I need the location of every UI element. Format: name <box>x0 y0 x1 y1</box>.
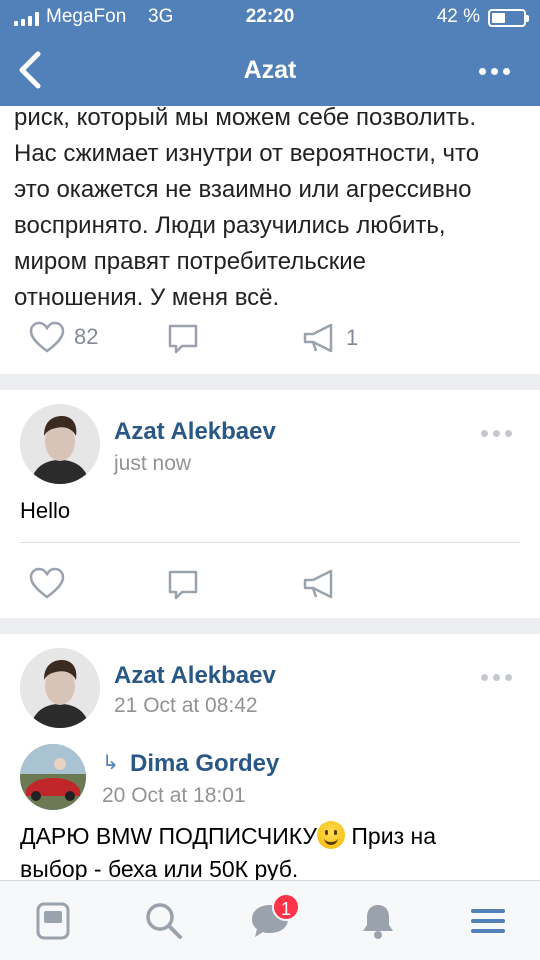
repost-text-part: Приз на <box>345 823 437 849</box>
search-icon <box>146 903 182 939</box>
share-button[interactable] <box>302 568 338 600</box>
battery-icon <box>488 9 529 27</box>
tab-search[interactable] <box>144 901 184 941</box>
like-button[interactable]: 82 <box>28 320 98 354</box>
post-text: риск, который мы можем себе позволить. Н… <box>14 104 480 311</box>
share-count: 1 <box>346 325 359 350</box>
post-time: 21 Oct at 08:42 <box>114 694 258 717</box>
tab-messages[interactable]: 1 <box>250 893 300 941</box>
like-count: 82 <box>74 324 99 349</box>
wall-post: риск, который мы можем себе позволить. Н… <box>0 88 540 374</box>
heart-icon <box>29 321 65 353</box>
post-menu-button[interactable] <box>481 674 512 681</box>
post-time: just now <box>114 452 192 475</box>
page-title: Azat <box>243 56 297 84</box>
more-horizontal-icon <box>479 68 486 75</box>
menu-icon <box>471 909 505 933</box>
wall-post: Azat Alekbaev 21 Oct at 08:42 ↳ Dima Gor… <box>0 634 540 880</box>
repost-avatar[interactable] <box>20 744 86 810</box>
tab-menu[interactable] <box>468 901 508 941</box>
notifications-icon <box>363 905 393 939</box>
comment-button[interactable] <box>166 322 200 356</box>
like-button[interactable] <box>28 566 66 600</box>
repost-text-line: выбор - беха или 50К руб. <box>20 856 299 880</box>
status-bar: MegaFon 3G 22:20 42 % <box>0 6 540 30</box>
share-button[interactable]: 1 <box>302 322 358 354</box>
avatar[interactable] <box>20 404 100 484</box>
post-author[interactable]: Azat Alekbaev <box>114 662 276 690</box>
repost-time: 20 Oct at 18:01 <box>102 784 246 807</box>
post-text: Hello <box>20 498 71 523</box>
heart-icon <box>29 567 65 599</box>
top-bar: MegaFon 3G 22:20 42 % Azat <box>0 0 540 106</box>
repost-text: ДАРЮ BMW ПОДПИСЧИКУ Приз на выбор - беха… <box>20 820 520 880</box>
comment-button[interactable] <box>166 568 200 602</box>
battery-percent: 42 % <box>436 6 480 27</box>
smiley-emoji-icon <box>317 821 346 849</box>
more-horizontal-icon <box>481 430 488 437</box>
repost-author[interactable]: Dima Gordey <box>130 750 279 778</box>
more-horizontal-icon <box>481 674 488 681</box>
tab-bar: 1 <box>0 880 540 960</box>
divider <box>20 542 520 543</box>
navigation-bar: Azat <box>0 40 540 102</box>
repost-icon: ↳ <box>102 752 119 774</box>
messages-badge: 1 <box>272 893 300 921</box>
news-icon <box>36 902 70 940</box>
avatar[interactable] <box>20 648 100 728</box>
comment-icon <box>168 324 198 354</box>
tab-news[interactable] <box>34 901 74 941</box>
comment-icon <box>168 570 198 600</box>
megaphone-icon <box>303 323 333 353</box>
megaphone-icon <box>303 569 333 599</box>
post-menu-button[interactable] <box>481 430 512 437</box>
post-actions <box>0 562 540 606</box>
repost-text-part: ДАРЮ BMW ПОДПИСЧИКУ <box>20 823 318 849</box>
wall-post: Azat Alekbaev just now Hello <box>0 390 540 618</box>
post-actions: 82 1 <box>0 316 540 360</box>
post-author[interactable]: Azat Alekbaev <box>114 418 276 446</box>
tab-notifications[interactable] <box>358 901 398 941</box>
more-options-button[interactable] <box>479 68 510 75</box>
